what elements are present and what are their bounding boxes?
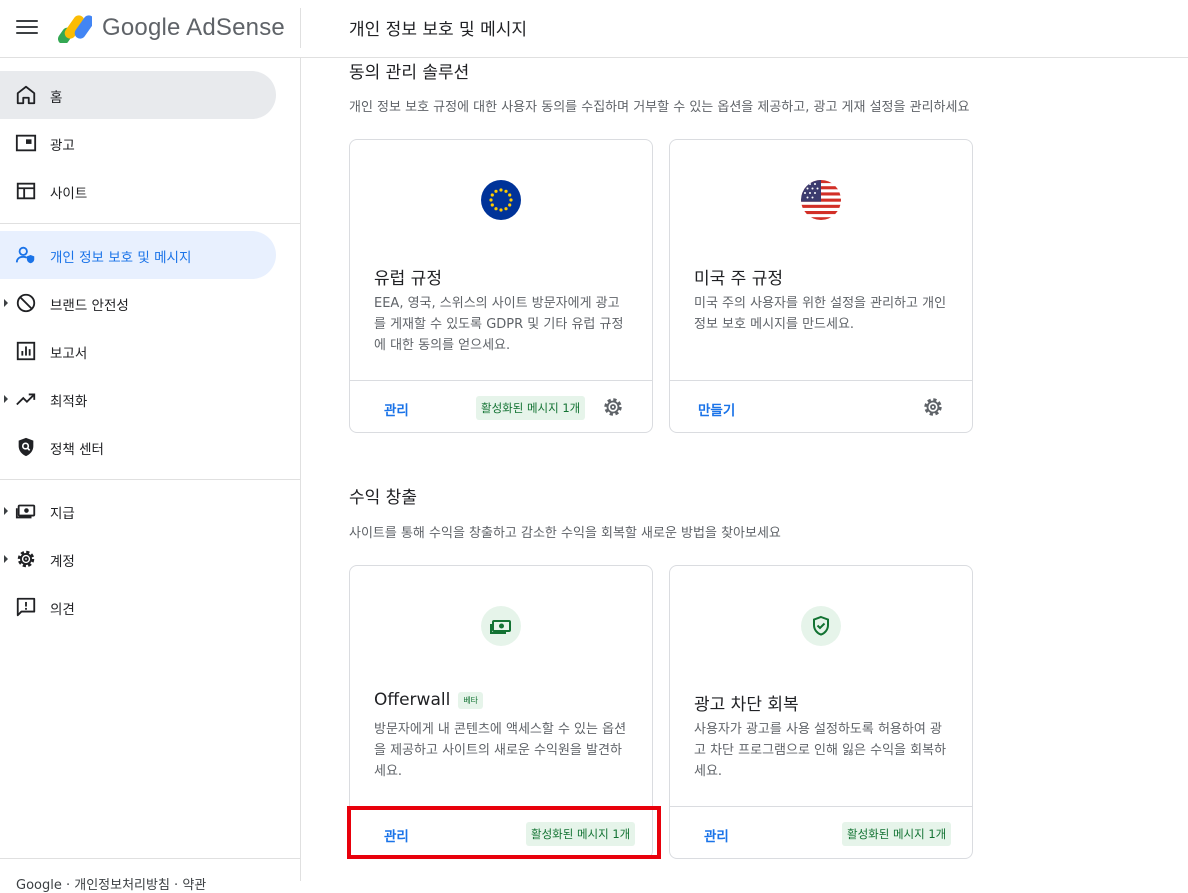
card-title: Offerwall 베타 — [374, 690, 484, 710]
manage-link[interactable]: 관리 — [704, 825, 729, 845]
us-flag-icon — [801, 180, 841, 220]
sidebar-item-feedback[interactable]: 의견 — [0, 583, 276, 631]
sidebar-item-sites[interactable]: 사이트 — [0, 167, 276, 215]
sidebar-item-privacy-messaging[interactable]: 개인 정보 보호 및 메시지 — [0, 231, 276, 279]
monetization-section-title: 수익 창출 — [349, 488, 417, 508]
expand-arrow-icon — [4, 555, 8, 563]
sidebar-item-label: 정책 센터 — [50, 442, 104, 458]
eu-flag-icon — [481, 180, 521, 220]
sidebar-item-account[interactable]: 계정 — [0, 535, 276, 583]
sidebar-item-policy-center[interactable]: 정책 센터 — [0, 423, 276, 471]
sidebar-item-reports[interactable]: 보고서 — [0, 327, 276, 375]
menu-icon[interactable] — [16, 17, 38, 39]
policy-icon — [18, 437, 34, 457]
sidebar-item-home[interactable]: 홈 — [0, 71, 276, 119]
sidebar-item-label: 브랜드 안전성 — [50, 298, 129, 314]
shield-check-icon — [801, 606, 841, 646]
money-icon — [481, 606, 521, 646]
card-description: EEA, 영국, 스위스의 사이트 방문자에게 광고를 게재할 수 있도록 GD… — [374, 296, 624, 353]
trending-icon — [16, 393, 36, 406]
main-content: 동의 관리 솔루션 개인 정보 보호 규정에 대한 사용자 동의를 수집하며 거… — [301, 58, 1188, 881]
sidebar-item-label: 홈 — [50, 90, 63, 106]
sidebar-divider — [0, 223, 300, 224]
card-footer: 관리 활성화된 메시지 1개 — [670, 806, 972, 858]
ads-icon — [15, 134, 37, 152]
sidebar-item-brand-safety[interactable]: 브랜드 안전성 — [0, 279, 276, 327]
sidebar-item-ads[interactable]: 광고 — [0, 119, 276, 167]
sidebar-item-payments[interactable]: 지급 — [0, 487, 276, 535]
expand-arrow-icon — [4, 395, 8, 403]
adsense-logo[interactable]: Google AdSense — [58, 9, 285, 47]
consent-section-description: 개인 정보 보호 규정에 대한 사용자 동의를 수집하며 거부할 수 있는 옵션… — [349, 100, 970, 115]
sidebar-item-label: 계정 — [50, 554, 75, 570]
consent-section-title: 동의 관리 솔루션 — [349, 63, 470, 83]
privacy-icon — [15, 246, 35, 264]
card-footer: 만들기 — [670, 380, 972, 432]
sidebar-nav: 홈 광고 사이트 개인 정보 보호 및 메시지 브랜드 안전성 보고서 최적화 … — [0, 58, 301, 893]
sidebar-item-label: 의견 — [50, 602, 75, 618]
page-title: 개인 정보 보호 및 메시지 — [349, 20, 528, 40]
status-badge: 활성화된 메시지 1개 — [476, 396, 586, 420]
card-us-state-regulations: 미국 주 규정 미국 주의 사용자를 위한 설정을 관리하고 개인 정보 보호 … — [669, 139, 973, 433]
top-app-bar: Google AdSense 개인 정보 보호 및 메시지 — [0, 0, 1188, 58]
highlight-box — [347, 806, 661, 859]
card-european-regulations: 유럽 규정 EEA, 영국, 스위스의 사이트 방문자에게 광고를 게재할 수 … — [349, 139, 653, 433]
card-title-text: Offerwall — [374, 690, 451, 710]
reports-icon — [16, 341, 36, 361]
sidebar-item-label: 광고 — [50, 138, 75, 154]
card-title: 광고 차단 회복 — [694, 690, 799, 715]
card-title: 유럽 규정 — [374, 264, 442, 289]
sidebar-item-label: 개인 정보 보호 및 메시지 — [50, 250, 192, 266]
sites-icon — [16, 182, 36, 200]
sidebar-item-label: 최적화 — [50, 394, 88, 410]
header-divider — [300, 8, 301, 48]
gear-icon — [17, 550, 35, 568]
expand-arrow-icon — [4, 299, 8, 307]
payments-icon — [15, 504, 36, 519]
manage-link[interactable]: 관리 — [384, 399, 409, 419]
expand-arrow-icon — [4, 507, 8, 515]
create-link[interactable]: 만들기 — [698, 399, 735, 419]
app-name: Google AdSense — [102, 14, 285, 41]
card-description: 사용자가 광고를 사용 설정하도록 허용하여 광고 차단 프로그램으로 인해 잃… — [694, 722, 947, 779]
sidebar-divider — [0, 858, 300, 859]
card-title: 미국 주 규정 — [694, 264, 783, 289]
adsense-logo-icon — [58, 15, 92, 43]
gear-icon[interactable] — [602, 396, 624, 418]
home-icon — [16, 85, 36, 105]
feedback-icon — [16, 597, 36, 617]
monetization-section-description: 사이트를 통해 수익을 창출하고 감소한 수익을 회복할 새로운 방법을 찾아보… — [349, 526, 781, 541]
status-badge: 활성화된 메시지 1개 — [842, 822, 952, 846]
block-icon — [16, 293, 36, 313]
card-description: 방문자에게 내 콘텐츠에 액세스할 수 있는 옵션을 제공하고 사이트의 새로운… — [374, 722, 627, 779]
card-title-text: 유럽 규정 — [374, 269, 442, 289]
card-footer: 관리 활성화된 메시지 1개 — [350, 380, 652, 432]
beta-badge: 베타 — [458, 691, 484, 709]
sidebar-divider — [0, 479, 300, 480]
card-description: 미국 주의 사용자를 위한 설정을 관리하고 개인 정보 보호 메시지를 만드세… — [694, 296, 947, 332]
card-ad-block-recovery: 광고 차단 회복 사용자가 광고를 사용 설정하도록 허용하여 광고 차단 프로… — [669, 565, 973, 859]
card-title-text: 광고 차단 회복 — [694, 695, 799, 715]
gear-icon[interactable] — [922, 396, 944, 418]
sidebar-item-optimization[interactable]: 최적화 — [0, 375, 276, 423]
card-title-text: 미국 주 규정 — [694, 269, 784, 289]
sidebar-item-label: 지급 — [50, 506, 75, 522]
footer-links[interactable]: Google · 개인정보처리방침 · 약관 — [16, 874, 206, 893]
sidebar-item-label: 사이트 — [50, 186, 88, 202]
sidebar-item-label: 보고서 — [50, 346, 88, 362]
